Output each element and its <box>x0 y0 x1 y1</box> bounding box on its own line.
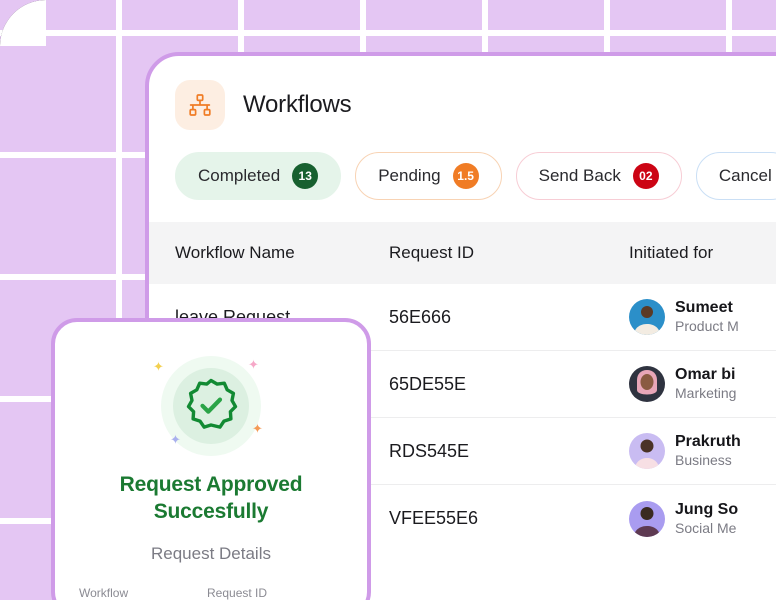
screenshot-root: Workflows Completed 13 Pending 1.5 Send … <box>0 0 776 600</box>
person-role: Business <box>675 452 732 469</box>
org-chart-icon <box>175 80 225 130</box>
person-info: Prakruth Business <box>675 432 741 470</box>
request-details-subtitle: Request Details <box>150 543 271 563</box>
cell-initiated-for: Omar bi Marketing <box>629 365 776 403</box>
column-header-request-id: Request ID <box>389 243 475 262</box>
cell-request-id: 65DE55E <box>389 373 467 394</box>
filter-count-completed: 13 <box>292 163 319 189</box>
sparkle-icon: ✦ <box>248 357 259 372</box>
cell-initiated-for: Jung So Social Me <box>629 500 776 538</box>
cell-initiated-for: Sumeet Product M <box>629 298 776 336</box>
column-header-initiated-for: Initiated for <box>629 243 714 262</box>
filter-count-send-back: 02 <box>632 163 659 189</box>
avatar <box>629 500 665 537</box>
verified-check-badge-icon: ✦ ✦ ✦ ✦ <box>151 346 271 466</box>
filter-label-cancel: Cancel <box>718 166 772 185</box>
person-role: Product M <box>675 318 739 335</box>
request-approved-card: ✦ ✦ ✦ ✦ Request Approved Succesfully Req… <box>51 318 371 600</box>
filter-pill-completed[interactable]: Completed 13 <box>175 152 342 200</box>
filter-label-completed: Completed <box>198 166 281 185</box>
page-title: Workflows <box>243 91 352 118</box>
sparkle-icon: ✦ <box>153 359 164 374</box>
avatar <box>629 366 665 402</box>
detail-workflow: Workflow Leave Request <box>79 586 207 600</box>
detail-label-workflow: Workflow <box>79 585 129 600</box>
sparkle-icon: ✦ <box>170 432 181 447</box>
person-info: Jung So Social Me <box>675 500 738 538</box>
avatar <box>629 433 665 469</box>
filter-count-pending: 1.5 <box>452 163 479 189</box>
filter-label-pending: Pending <box>378 166 441 185</box>
filter-label-send-back: Send Back <box>538 166 621 185</box>
cell-request-id: RDS545E <box>389 440 470 461</box>
avatar <box>629 299 665 335</box>
sparkle-icon: ✦ <box>252 421 263 436</box>
person-info: Sumeet Product M <box>675 298 739 336</box>
filter-pill-send-back[interactable]: Send Back 02 <box>515 152 682 200</box>
person-name: Jung So <box>675 500 739 518</box>
detail-label-request-id: Request ID <box>207 585 268 600</box>
person-info: Omar bi Marketing <box>675 365 736 403</box>
person-name: Prakruth <box>675 433 741 451</box>
cell-request-id: 56E666 <box>389 306 452 327</box>
person-role: Social Me <box>675 519 737 536</box>
workflows-header: Workflows <box>149 56 776 130</box>
filter-pill-row: Completed 13 Pending 1.5 Send Back 02 Ca… <box>149 130 776 200</box>
success-title: Request Approved Succesfully <box>55 472 367 526</box>
filter-pill-cancel[interactable]: Cancel <box>695 152 776 200</box>
request-details-row: Workflow Leave Request Request ID 56E666 <box>55 586 367 600</box>
person-name: Omar bi <box>675 366 736 384</box>
person-name: Sumeet <box>675 299 733 317</box>
cell-initiated-for: Prakruth Business <box>629 432 776 470</box>
success-title-line2: Succesfully <box>153 499 269 523</box>
table-header-row: Workflow Name Request ID Initiated for <box>149 222 776 284</box>
column-header-workflow-name: Workflow Name <box>175 243 295 262</box>
detail-request-id: Request ID 56E666 <box>207 586 335 600</box>
filter-pill-pending[interactable]: Pending 1.5 <box>355 152 502 200</box>
cell-request-id: VFEE55E6 <box>389 508 479 528</box>
person-role: Marketing <box>675 385 737 402</box>
success-title-line1: Request Approved <box>119 473 303 496</box>
check-seal-icon <box>181 376 241 441</box>
